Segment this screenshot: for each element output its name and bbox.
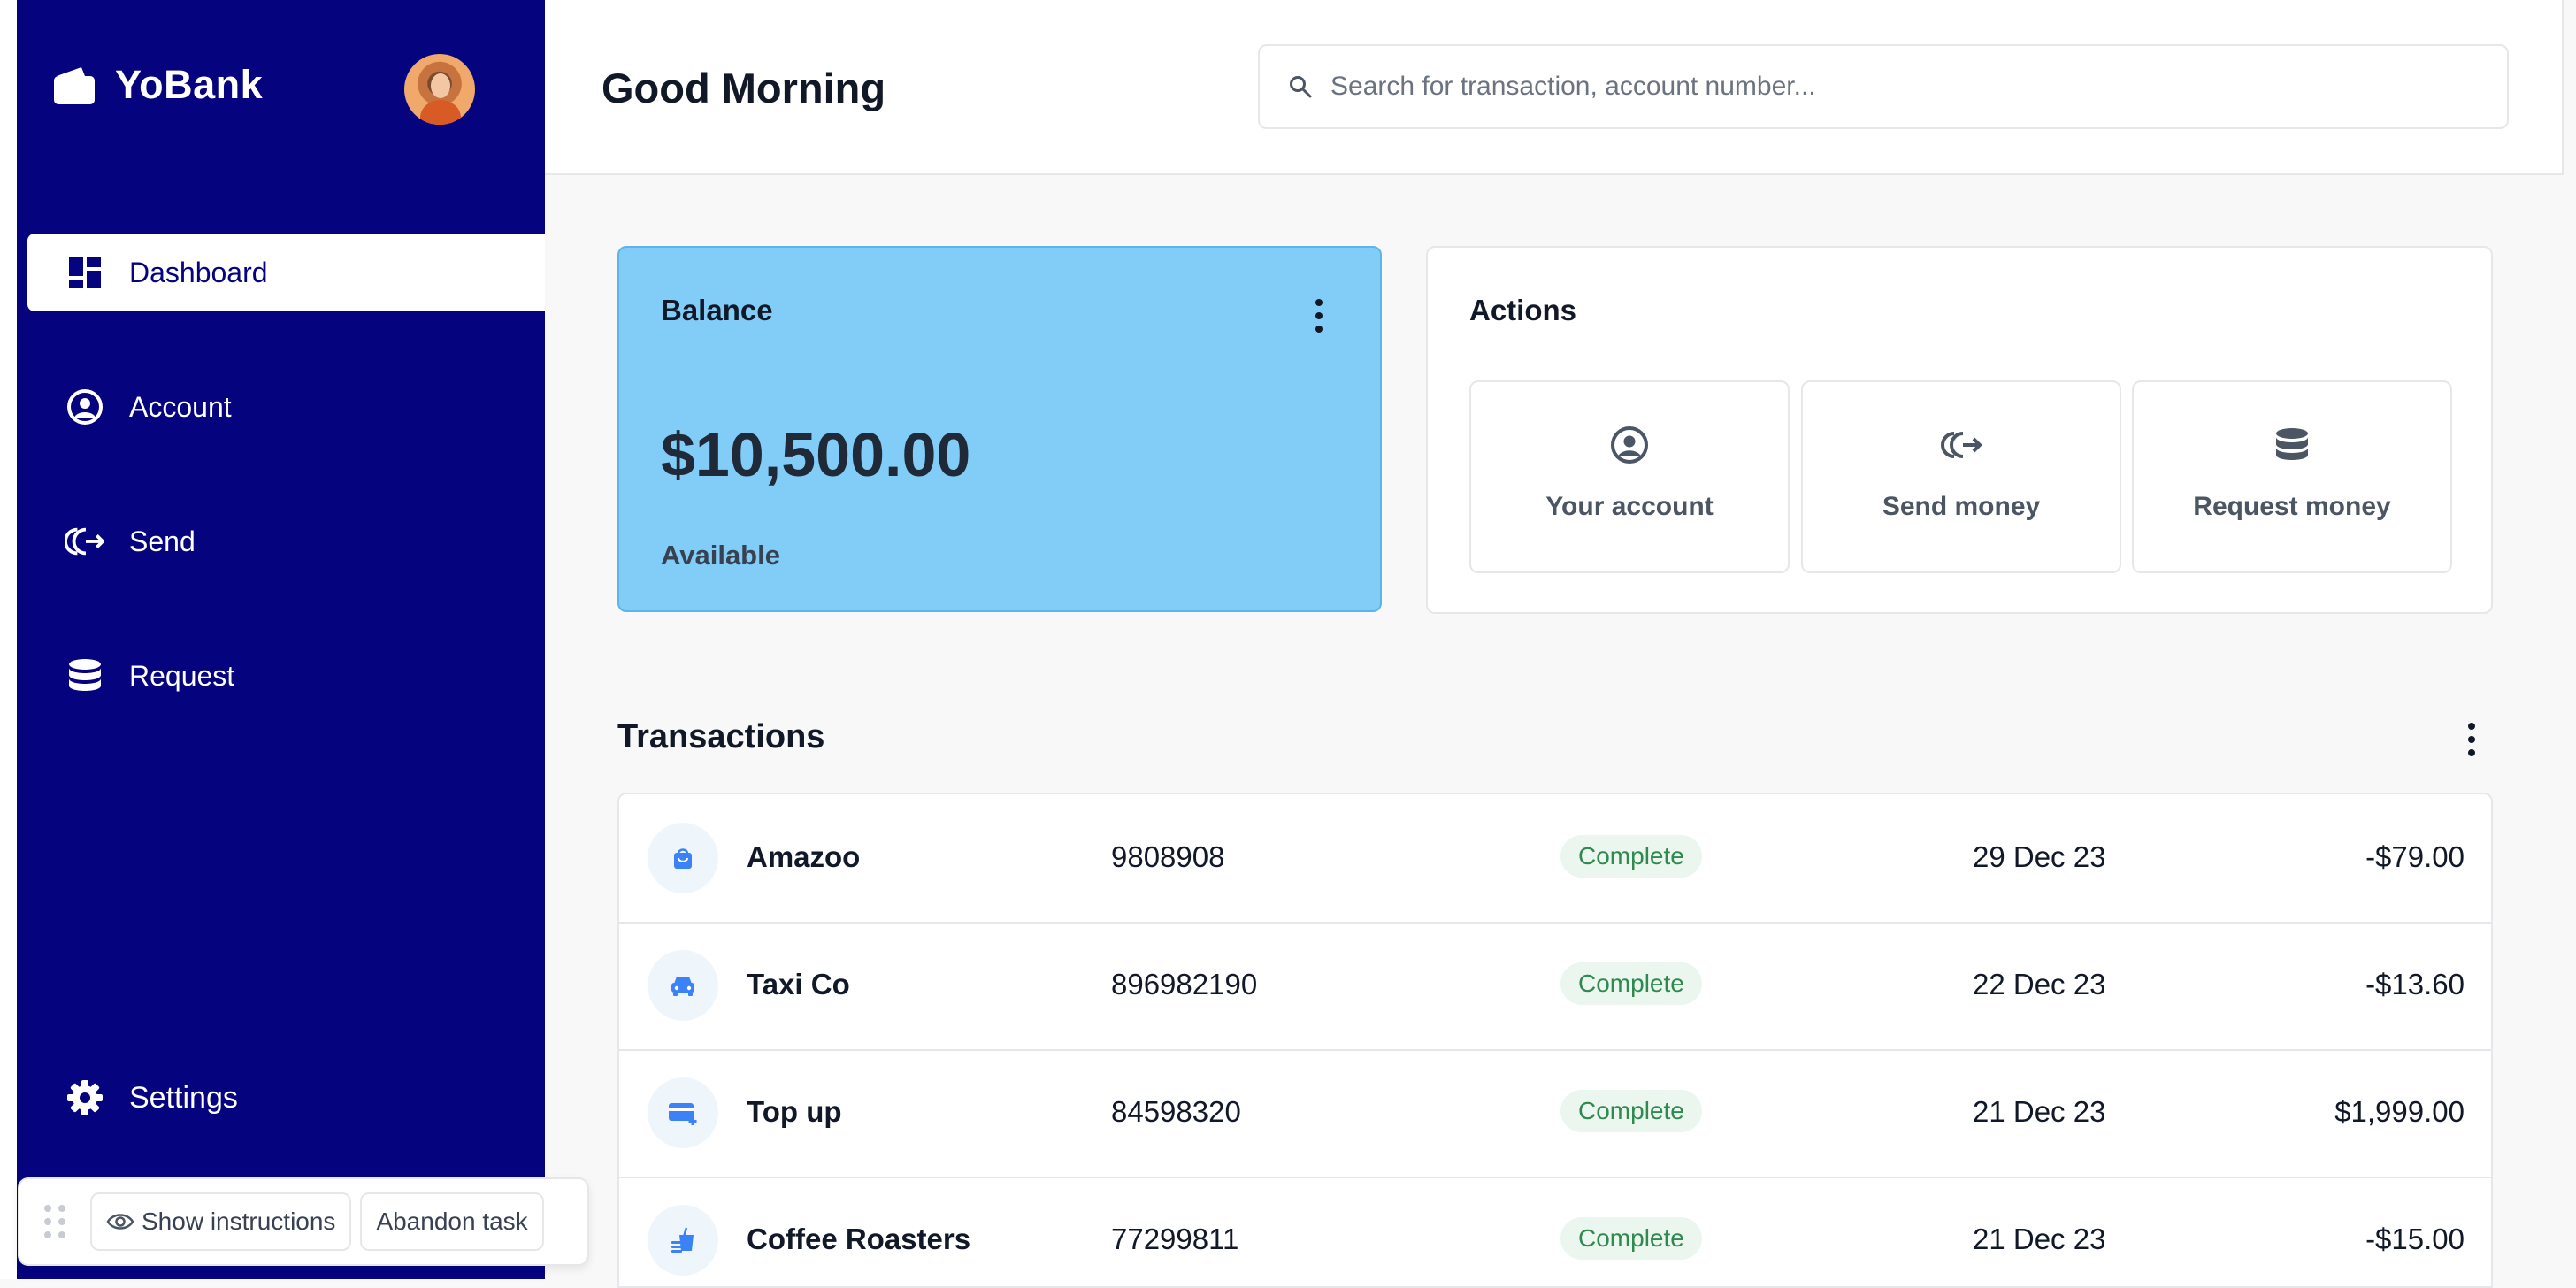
transactions-title: Transactions	[617, 718, 825, 755]
coins-stack-icon	[2276, 428, 2308, 460]
table-row[interactable]: Amazoo 9808908 Complete 29 Dec 23 -$79.0…	[619, 794, 2491, 924]
transaction-amount: $1,999.00	[2334, 1095, 2465, 1128]
abandon-task-button[interactable]: Abandon task	[360, 1192, 544, 1251]
balance-amount: $10,500.00	[661, 420, 971, 489]
balance-card: Balance $10,500.00 Available	[617, 246, 1382, 612]
balance-title: Balance	[661, 294, 773, 326]
user-circle-icon	[1611, 426, 1648, 464]
balance-available-label: Available	[661, 540, 780, 571]
top-header: Good Morning	[545, 0, 2564, 175]
transaction-name: Top up	[747, 1095, 842, 1128]
transaction-amount: -$13.60	[2365, 968, 2465, 1000]
transaction-account: 896982190	[1111, 968, 1258, 1000]
transaction-account: 77299811	[1111, 1223, 1239, 1255]
show-instructions-button[interactable]: Show instructions	[90, 1192, 352, 1251]
sidebar-item-send[interactable]: Send	[27, 502, 545, 580]
avatar-body	[420, 100, 461, 125]
eye-icon	[106, 1214, 134, 1230]
table-row[interactable]: Coffee Roasters 77299811 Complete 21 Dec…	[619, 1177, 2491, 1286]
sidebar-item-dashboard[interactable]: Dashboard	[27, 234, 545, 311]
transaction-amount: -$15.00	[2365, 1223, 2465, 1255]
sidebar-item-label: Request	[129, 659, 235, 692]
taxi-icon	[648, 950, 718, 1021]
action-label: Request money	[2193, 492, 2391, 521]
transaction-date: 21 Dec 23	[1973, 1223, 2106, 1255]
transaction-name: Coffee Roasters	[747, 1223, 971, 1255]
transaction-date: 21 Dec 23	[1973, 1095, 2106, 1128]
brand-name: YoBank	[115, 62, 264, 107]
status-badge: Complete	[1560, 962, 1702, 1005]
task-toolbar: Show instructions Abandon task	[18, 1177, 589, 1266]
status-badge: Complete	[1560, 1090, 1702, 1132]
status-badge: Complete	[1560, 835, 1702, 878]
transaction-account: 9808908	[1111, 840, 1225, 873]
request-money-button[interactable]: Request money	[2132, 380, 2452, 573]
balance-menu-icon[interactable]	[1315, 299, 1323, 333]
coins-stack-icon	[65, 656, 104, 695]
send-money-button[interactable]: Send money	[1801, 380, 2121, 573]
transaction-date: 22 Dec 23	[1973, 968, 2106, 1000]
send-icon	[1941, 432, 1982, 458]
status-badge: Complete	[1560, 1217, 1702, 1260]
search-box[interactable]	[1258, 44, 2509, 129]
transactions-table: Amazoo 9808908 Complete 29 Dec 23 -$79.0…	[617, 793, 2493, 1288]
drag-handle-icon[interactable]	[44, 1205, 67, 1238]
gear-icon	[65, 1078, 104, 1117]
sidebar-item-account[interactable]: Account	[27, 368, 545, 446]
transaction-date: 29 Dec 23	[1973, 840, 2106, 873]
transaction-account: 84598320	[1111, 1095, 1241, 1128]
transaction-name: Taxi Co	[747, 968, 850, 1000]
send-icon	[65, 522, 104, 561]
coffee-icon	[648, 1205, 718, 1276]
show-instructions-label: Show instructions	[142, 1208, 336, 1235]
abandon-task-label: Abandon task	[376, 1208, 528, 1235]
transactions-menu-icon[interactable]	[2467, 723, 2476, 756]
actions-card: Actions Your account Send money Request …	[1426, 246, 2493, 614]
action-label: Your account	[1545, 492, 1714, 521]
shopping-bag-icon	[648, 823, 718, 893]
left-edge-strip	[0, 0, 17, 1279]
table-row[interactable]: Top up 84598320 Complete 21 Dec 23 $1,99…	[619, 1049, 2491, 1178]
sidebar-item-request[interactable]: Request	[27, 637, 545, 715]
search-input[interactable]	[1329, 71, 2482, 103]
page-title: Good Morning	[602, 65, 886, 111]
transaction-amount: -$79.00	[2365, 840, 2465, 873]
table-row[interactable]: Taxi Co 896982190 Complete 22 Dec 23 -$1…	[619, 922, 2491, 1051]
actions-title: Actions	[1469, 294, 1577, 326]
sidebar-item-label: Dashboard	[129, 256, 268, 288]
sidebar-item-label: Account	[129, 390, 232, 423]
sidebar-item-settings[interactable]: Settings	[27, 1059, 545, 1137]
sidebar-item-label: Send	[129, 525, 196, 557]
card-plus-icon	[648, 1077, 718, 1148]
avatar[interactable]	[404, 54, 475, 125]
your-account-button[interactable]: Your account	[1469, 380, 1790, 573]
brand[interactable]: YoBank	[51, 62, 263, 108]
sidebar-item-label: Settings	[129, 1080, 238, 1115]
user-circle-icon	[65, 387, 104, 426]
avatar-face	[431, 73, 450, 98]
dashboard-icon	[65, 253, 104, 292]
transaction-name: Amazoo	[747, 840, 861, 873]
action-label: Send money	[1882, 492, 2041, 521]
search-icon	[1290, 76, 1312, 98]
wallet-logo-icon	[54, 67, 95, 104]
